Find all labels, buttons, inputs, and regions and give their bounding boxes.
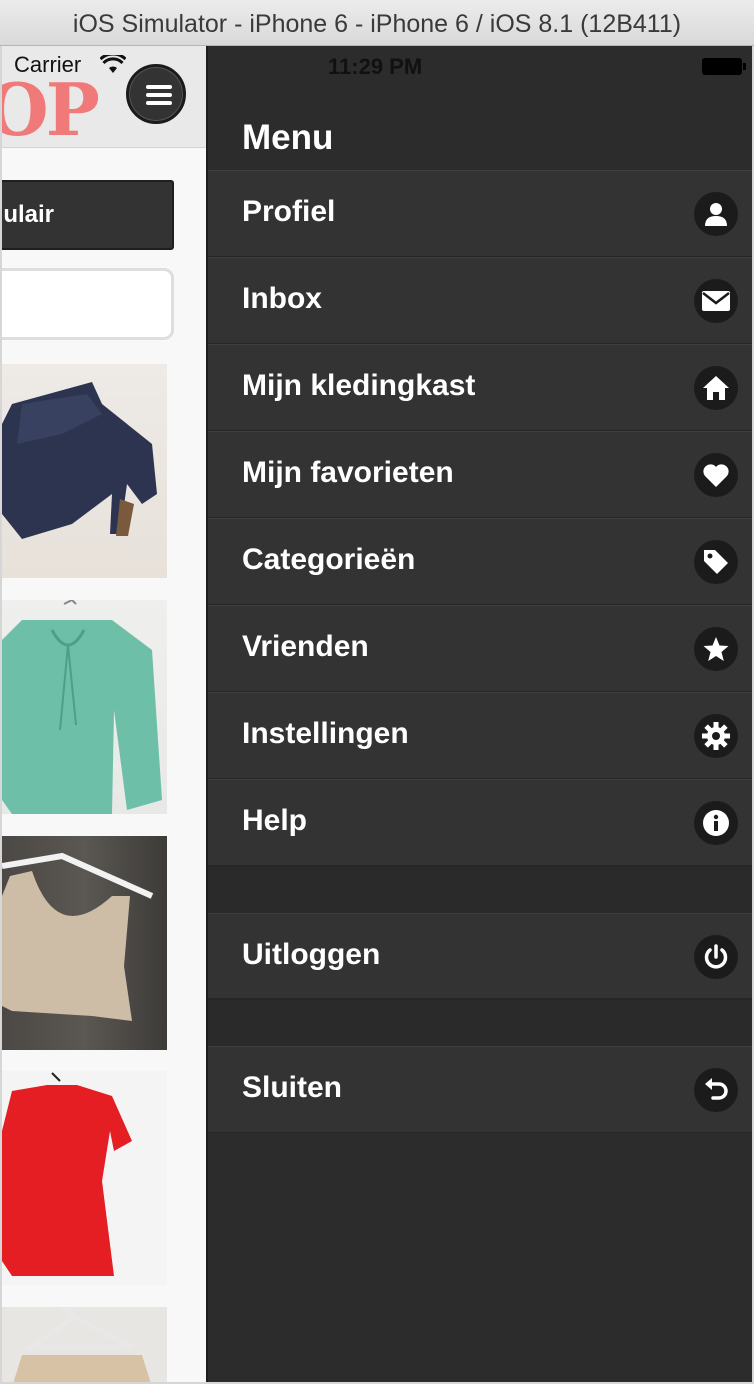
menu-item-inbox[interactable]: Inbox: [208, 257, 752, 344]
menu-item-instellingen[interactable]: Instellingen: [208, 692, 752, 779]
menu-item-label: Uitloggen: [242, 938, 381, 971]
home-icon: [694, 366, 738, 410]
menu-item-label: Mijn kledingkast: [242, 369, 476, 402]
menu-item-profiel[interactable]: Profiel: [208, 170, 752, 257]
menu-item-mijn-kledingkast[interactable]: Mijn kledingkast: [208, 344, 752, 431]
battery-icon: [702, 58, 746, 75]
app-logo: OP: [2, 67, 100, 152]
product-thumbnail-red-dress[interactable]: [2, 1071, 167, 1285]
menu-spacer: [208, 866, 752, 913]
menu-item-uitloggen[interactable]: Uitloggen: [208, 913, 752, 999]
product-thumbnail-blouse[interactable]: [2, 598, 167, 814]
menu-item-label: Instellingen: [242, 717, 409, 750]
menu-item-label: Vrienden: [242, 630, 369, 663]
envelope-icon: [694, 279, 738, 323]
search-input[interactable]: [2, 268, 174, 340]
product-thumbnail-sweater[interactable]: [2, 1307, 167, 1382]
heart-icon: [694, 453, 738, 497]
menu-item-label: Profiel: [242, 195, 336, 228]
window-title: iOS Simulator - iPhone 6 - iPhone 6 / iO…: [72, 10, 682, 38]
menu-spacer: [208, 999, 752, 1046]
menu-item-label: Sluiten: [242, 1071, 343, 1104]
user-icon: [694, 192, 738, 236]
sweater-image: [13, 1307, 151, 1382]
product-thumbnail-top[interactable]: [2, 836, 167, 1050]
menu-list: Profiel Inbox Mijn kledingkast Mijn favo…: [208, 170, 752, 1133]
app-content: OP Carrier ulair: [2, 46, 206, 1382]
blouse-image: [2, 598, 162, 814]
side-menu-drawer: 11:29 PM Menu Profiel Inbox Mijn kleding…: [206, 46, 752, 1382]
carrier-label: Carrier: [14, 52, 82, 77]
undo-icon: [694, 1068, 738, 1112]
hamburger-menu-button[interactable]: [126, 64, 186, 124]
hamburger-line: [146, 101, 172, 105]
power-icon: [694, 935, 738, 979]
star-icon: [694, 627, 738, 671]
app-header: OP Carrier: [2, 46, 206, 148]
boots-image: [2, 382, 157, 539]
menu-title: Menu: [242, 118, 334, 157]
menu-item-sluiten[interactable]: Sluiten: [208, 1046, 752, 1133]
wifi-icon: [100, 55, 126, 73]
menu-item-vrienden[interactable]: Vrienden: [208, 605, 752, 692]
menu-item-help[interactable]: Help: [208, 779, 752, 866]
simulator-title-bar: iOS Simulator - iPhone 6 - iPhone 6 / iO…: [0, 0, 754, 46]
menu-item-label: Mijn favorieten: [242, 456, 454, 489]
menu-item-mijn-favorieten[interactable]: Mijn favorieten: [208, 431, 752, 518]
top-image: [2, 852, 154, 1021]
menu-item-categorieen[interactable]: Categorieën: [208, 518, 752, 605]
hamburger-line: [146, 85, 172, 89]
red-dress-image: [2, 1072, 132, 1276]
menu-item-label: Inbox: [242, 282, 322, 315]
device-screen: OP Carrier ulair 11:29 PM Menu Profiel I…: [2, 46, 752, 1382]
hamburger-line: [146, 93, 172, 97]
info-icon: [694, 801, 738, 845]
tag-icon: [694, 540, 738, 584]
menu-item-label: Help: [242, 804, 308, 837]
gear-icon: [694, 714, 738, 758]
product-thumbnail-boots[interactable]: [2, 364, 167, 578]
status-time: 11:29 PM: [328, 54, 423, 79]
menu-item-label: Categorieën: [242, 543, 416, 576]
popular-button[interactable]: ulair: [2, 180, 174, 250]
